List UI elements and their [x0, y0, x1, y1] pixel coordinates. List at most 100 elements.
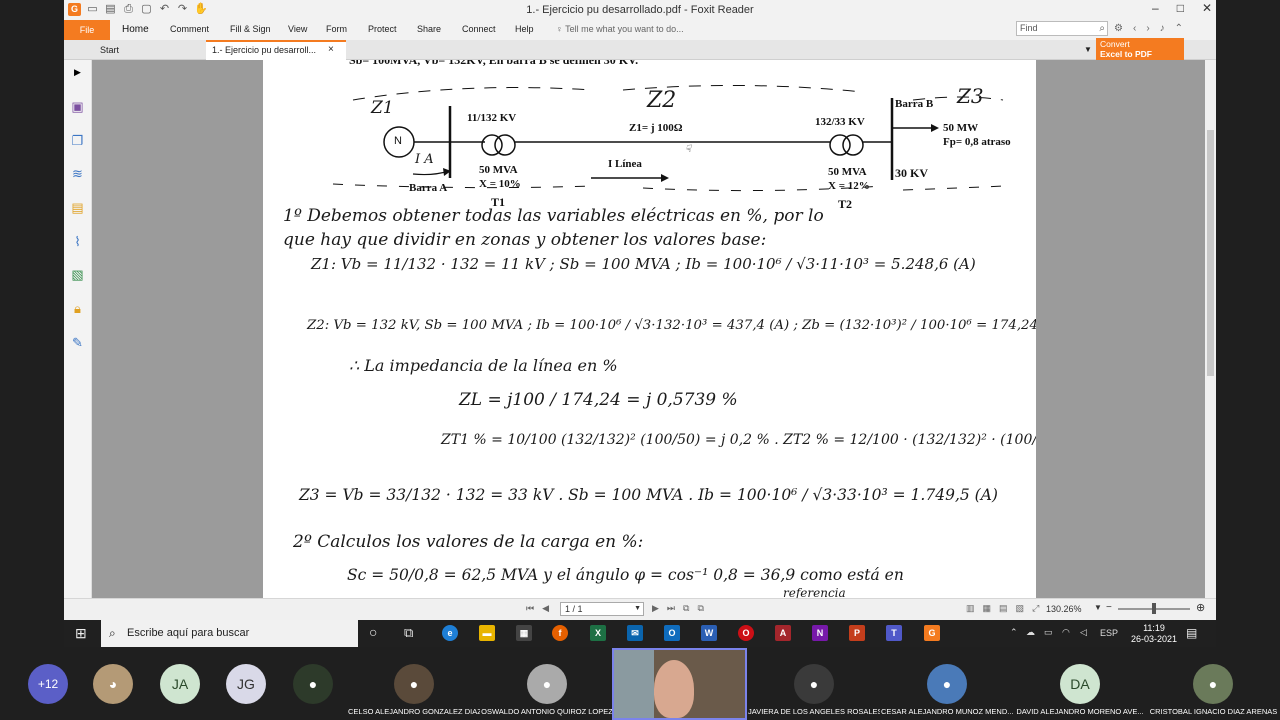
powerpoint-icon[interactable]: P: [849, 625, 865, 641]
t2-label: T2: [838, 197, 853, 211]
wifi-icon[interactable]: ◠: [1062, 627, 1070, 638]
more-participants-badge[interactable]: +12: [28, 664, 68, 704]
onedrive-icon[interactable]: ☁: [1026, 627, 1035, 638]
volume-icon[interactable]: ◁: [1080, 627, 1087, 638]
zoom-dropdown-icon[interactable]: ▼: [1094, 603, 1102, 612]
foxit-taskbar-icon[interactable]: G: [924, 625, 940, 641]
zoom-out-icon[interactable]: −: [1106, 602, 1112, 613]
gear-icon[interactable]: ⚙: [1114, 23, 1123, 34]
forward-icon[interactable]: ›: [1146, 23, 1149, 34]
comments-icon[interactable]: ▤: [69, 199, 86, 216]
tab-fill-sign[interactable]: Fill & Sign: [230, 24, 271, 34]
participant-tile-celso[interactable]: ● CELSO ALEJANDRO GONZALEZ DIAZ: [348, 648, 480, 720]
prev-view-icon[interactable]: ⧉: [683, 603, 689, 614]
next-view-icon[interactable]: ⧉: [697, 603, 703, 614]
continuous-facing-icon[interactable]: ▧: [1016, 603, 1025, 614]
convert-excel-banner[interactable]: Convert Excel to PDF: [1096, 38, 1184, 60]
excel-icon[interactable]: X: [590, 625, 606, 641]
page-number-input[interactable]: 1 / 1 ▼: [560, 602, 644, 616]
pages-icon[interactable]: ▣: [69, 98, 86, 115]
access-icon[interactable]: A: [775, 625, 791, 641]
layers-icon[interactable]: ≋: [69, 165, 86, 182]
tab-file[interactable]: File: [64, 20, 110, 40]
cortana-icon[interactable]: ○: [369, 624, 377, 640]
tell-me-box[interactable]: ♀ Tell me what you want to do...: [556, 24, 684, 34]
collapse-ribbon-icon[interactable]: ⌃: [1175, 23, 1183, 34]
participant-tile-david[interactable]: DA DAVID ALEJANDRO MORENO AVE...: [1014, 648, 1146, 720]
back-icon[interactable]: ‹: [1133, 23, 1136, 34]
battery-icon[interactable]: ▭: [1044, 627, 1053, 638]
taskbar-search-input[interactable]: ⌕ Escribe aquí para buscar: [101, 620, 358, 647]
active-speaker-video[interactable]: [612, 648, 747, 720]
t1-reactance: X = 10%: [479, 178, 521, 190]
firefox-icon[interactable]: f: [552, 625, 568, 641]
outlook-icon[interactable]: O: [664, 625, 680, 641]
mail-icon[interactable]: ✉: [627, 625, 643, 641]
last-page-icon[interactable]: ⏭: [667, 603, 675, 614]
tab-home[interactable]: Home: [122, 24, 149, 35]
tray-chevron-icon[interactable]: ⌃: [1010, 627, 1018, 638]
tabs-dropdown-icon[interactable]: ▼: [1084, 45, 1092, 54]
tab-comment[interactable]: Comment: [170, 24, 209, 34]
document-view[interactable]: Sb= 100MVA, Vb= 132KV, En barra B se def…: [92, 60, 1205, 598]
prev-page-icon[interactable]: ◀: [542, 603, 549, 614]
notifications-icon[interactable]: ▤: [1186, 626, 1197, 640]
zone1-calc: Z1: Vb = 11/132 · 132 = 11 kV ; Sb = 100…: [311, 255, 976, 273]
first-page-icon[interactable]: ⏮: [526, 603, 534, 614]
minimize-button[interactable]: –: [1152, 1, 1159, 15]
scroll-thumb[interactable]: [1207, 130, 1214, 376]
next-page-icon[interactable]: ▶: [652, 603, 659, 614]
search-icon[interactable]: ⌕: [1099, 22, 1105, 35]
expand-panel-icon[interactable]: ▶: [69, 64, 86, 81]
opera-icon[interactable]: O: [738, 625, 754, 641]
store-icon[interactable]: ▦: [516, 625, 532, 641]
task-view-icon[interactable]: ⧉: [404, 625, 413, 641]
participant-tile-cristobal[interactable]: ● CRISTOBAL IGNACIO DIAZ ARENAS: [1147, 648, 1280, 720]
close-button[interactable]: ✕: [1202, 1, 1212, 15]
circuit-diagram: [332, 84, 1004, 192]
single-page-icon[interactable]: ▥: [966, 603, 975, 614]
word-icon[interactable]: W: [701, 625, 717, 641]
windows-start-icon[interactable]: ⊞: [75, 625, 87, 642]
participant-tile-oswaldo[interactable]: ● OSWALDO ANTONIO QUIROZ LOPEZ: [481, 648, 613, 720]
participant-tile-cesar[interactable]: ● CESAR ALEJANDRO MUNOZ MEND...: [881, 648, 1013, 720]
wrench-icon[interactable]: ✎: [69, 334, 86, 351]
taskbar-clock[interactable]: 11:19 26-03-2021: [1124, 623, 1184, 645]
onenote-icon[interactable]: N: [812, 625, 828, 641]
file-explorer-icon[interactable]: ▬: [479, 625, 495, 641]
avatar-oswaldo: ●: [527, 664, 567, 704]
maximize-button[interactable]: □: [1177, 1, 1184, 15]
convert-line2: Excel to PDF: [1100, 49, 1152, 59]
lock-icon[interactable]: 🔒︎: [69, 300, 86, 317]
tab-view[interactable]: View: [288, 24, 307, 34]
tab-form[interactable]: Form: [326, 24, 347, 34]
avatar-celso: ●: [394, 664, 434, 704]
participant-tile-javiera[interactable]: ● JAVIERA DE LOS ANGELES ROSALES...: [748, 648, 880, 720]
teams-icon[interactable]: T: [886, 625, 902, 641]
continuous-icon[interactable]: ▦: [983, 603, 992, 614]
line-current-label: I Línea: [608, 158, 642, 170]
load-calc: Sc = 50/0,8 = 62,5 MVA y el ángulo φ = c…: [347, 566, 904, 584]
zoom-slider-thumb[interactable]: [1152, 603, 1156, 614]
zoom-in-icon[interactable]: ⊕: [1196, 601, 1205, 614]
close-tab-button[interactable]: ×: [328, 44, 334, 55]
facing-icon[interactable]: ▤: [999, 603, 1008, 614]
vertical-scrollbar[interactable]: [1205, 60, 1216, 598]
video-background-window: [614, 650, 654, 718]
signatures-icon[interactable]: ▧: [69, 266, 86, 283]
tab-protect[interactable]: Protect: [368, 24, 397, 34]
tab-connect[interactable]: Connect: [462, 24, 496, 34]
bookmarks-icon[interactable]: ❐: [69, 132, 86, 149]
tab-help[interactable]: Help: [515, 24, 534, 34]
language-indicator[interactable]: ESP: [1100, 628, 1118, 638]
attachments-icon[interactable]: ⌇: [69, 233, 86, 250]
page-dropdown-icon[interactable]: ▼: [634, 603, 641, 615]
zoom-level[interactable]: 130.26%: [1046, 604, 1082, 614]
find-input[interactable]: Find ⌕: [1016, 21, 1108, 36]
fit-icon[interactable]: ⤢: [1032, 603, 1039, 614]
bell-icon[interactable]: ♪: [1160, 23, 1165, 34]
tab-current-document[interactable]: 1.- Ejercicio pu desarroll...: [206, 40, 346, 60]
tab-start[interactable]: Start: [94, 40, 204, 60]
tab-share[interactable]: Share: [417, 24, 441, 34]
edge-icon[interactable]: e: [442, 625, 458, 641]
